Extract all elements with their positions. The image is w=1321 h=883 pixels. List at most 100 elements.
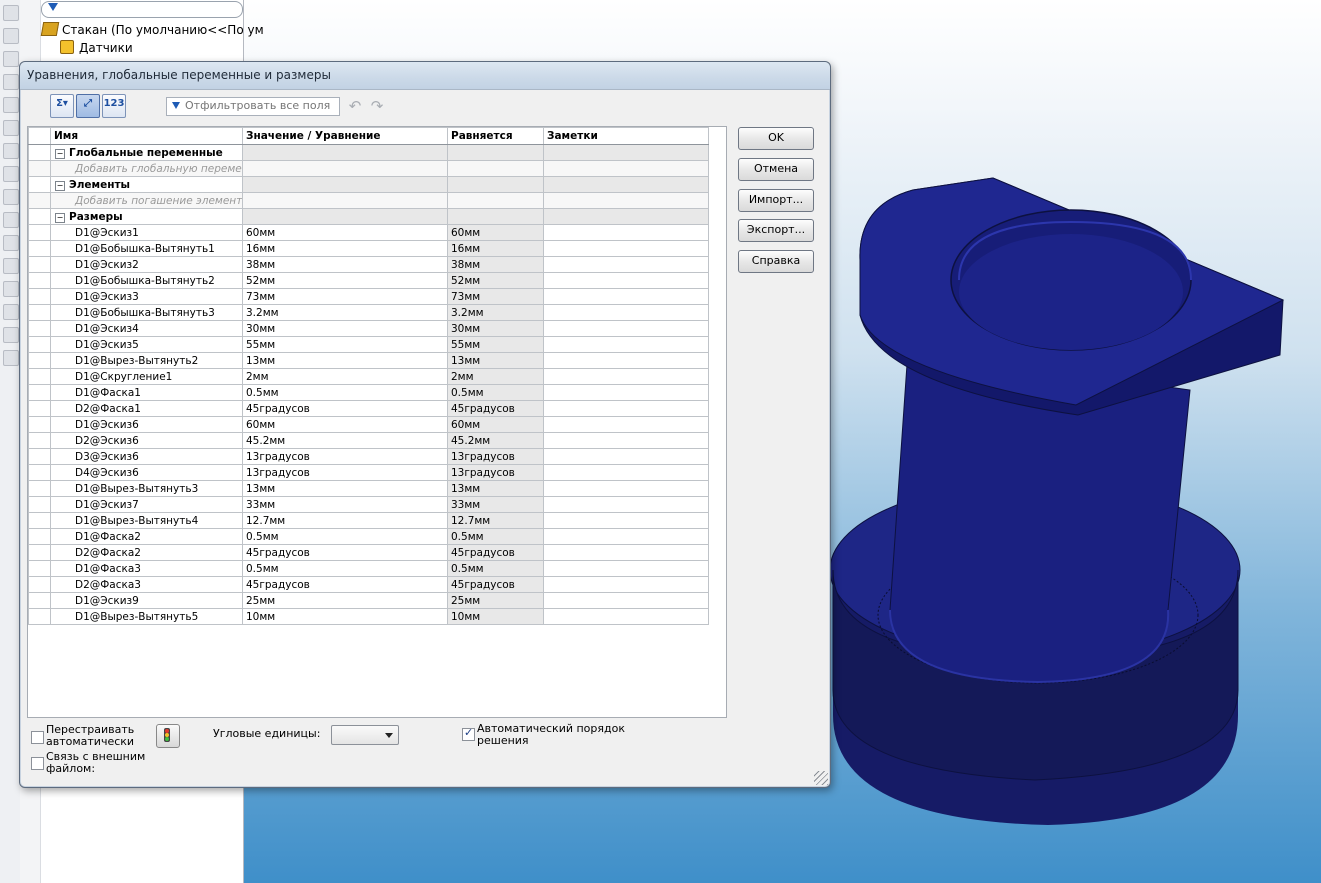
row-selector[interactable] [28,608,51,625]
row-selector[interactable] [28,144,51,161]
toolbar-tool-icon[interactable] [3,189,19,205]
dimension-notes[interactable] [543,576,709,593]
toolbar-tool-icon[interactable] [3,28,19,44]
table-row[interactable]: D1@Бобышка-Вытянуть2 52мм 52мм [28,272,709,289]
dimension-notes[interactable] [543,304,709,321]
table-row[interactable]: D2@Эскиз6 45.2мм 45.2мм [28,432,709,449]
dimension-value[interactable]: 16мм [242,240,448,257]
table-row[interactable]: D1@Вырез-Вытянуть3 13мм 13мм [28,480,709,497]
dimension-notes[interactable] [543,560,709,577]
row-selector[interactable] [28,240,51,257]
table-row[interactable]: D1@Эскиз9 25мм 25мм [28,592,709,609]
toolbar-tool-icon[interactable] [3,304,19,320]
row-selector[interactable] [28,448,51,465]
add-global-variable-hint[interactable]: Добавить глобальную перемен [50,160,243,177]
table-row[interactable]: D1@Скругление1 2мм 2мм [28,368,709,385]
dimension-name[interactable]: D1@Эскиз6 [50,416,243,433]
dimension-name[interactable]: D1@Эскиз1 [50,224,243,241]
dimension-name[interactable]: D2@Фаска3 [50,576,243,593]
table-row[interactable]: D1@Эскиз3 73мм 73мм [28,288,709,305]
row-selector[interactable] [28,336,51,353]
dimension-notes[interactable] [543,368,709,385]
table-row[interactable]: D1@Вырез-Вытянуть5 10мм 10мм [28,608,709,625]
row-selector[interactable] [28,416,51,433]
dimension-name[interactable]: D1@Эскиз4 [50,320,243,337]
table-row[interactable]: D2@Фаска2 45градусов 45градусов [28,544,709,561]
dimension-value[interactable]: 13мм [242,352,448,369]
cancel-button[interactable]: Отмена [738,158,814,181]
dimension-value[interactable]: 45градусов [242,544,448,561]
collapse-toggle-icon[interactable]: − [55,212,65,223]
dimension-notes[interactable] [543,336,709,353]
part-3d-view[interactable] [818,170,1318,870]
dimension-value[interactable]: 60мм [242,416,448,433]
toolbar-tool-icon[interactable] [3,97,19,113]
dimension-name[interactable]: D1@Вырез-Вытянуть2 [50,352,243,369]
dimension-notes[interactable] [543,480,709,497]
collapse-toggle-icon[interactable]: − [55,180,65,191]
equation-view-button[interactable]: Σ▾ [50,94,74,118]
dimension-value[interactable]: 52мм [242,272,448,289]
dimension-notes[interactable] [543,288,709,305]
dimension-notes[interactable] [543,256,709,273]
export-button[interactable]: Экспорт... [738,219,814,242]
toolbar-tool-icon[interactable] [3,166,19,182]
dimension-name[interactable]: D1@Фаска1 [50,384,243,401]
dimension-value[interactable]: 30мм [242,320,448,337]
toolbar-tool-icon[interactable] [3,51,19,67]
dimension-value[interactable]: 60мм [242,224,448,241]
undo-icon[interactable]: ↶ [346,97,364,115]
table-row[interactable]: D2@Фаска1 45градусов 45градусов [28,400,709,417]
dimension-value[interactable]: 0.5мм [242,384,448,401]
table-row[interactable]: D1@Эскиз5 55мм 55мм [28,336,709,353]
dimension-name[interactable]: D1@Вырез-Вытянуть3 [50,480,243,497]
dimension-value[interactable]: 3.2мм [242,304,448,321]
dimension-name[interactable]: D1@Вырез-Вытянуть4 [50,512,243,529]
filter-all-fields-input[interactable] [185,99,335,112]
table-row[interactable]: D1@Фаска1 0.5мм 0.5мм [28,384,709,401]
dimension-value[interactable]: 13градусов [242,464,448,481]
dimension-value[interactable]: 25мм [242,592,448,609]
row-selector[interactable] [28,432,51,449]
ok-button[interactable]: OK [738,127,814,150]
add-feature-suppression-hint[interactable]: Добавить погашение элемента [50,192,243,209]
tree-filter-input[interactable] [41,1,243,18]
sketch-equation-view-button[interactable]: ⤢ [76,94,100,118]
dimension-name[interactable]: D1@Эскиз7 [50,496,243,513]
group-row-globals[interactable]: − Глобальные переменные [28,144,709,161]
row-selector[interactable] [28,544,51,561]
dimension-value[interactable]: 0.5мм [242,528,448,545]
dimension-name[interactable]: D1@Фаска3 [50,560,243,577]
toolbar-tool-icon[interactable] [3,350,19,366]
table-row[interactable]: D1@Фаска2 0.5мм 0.5мм [28,528,709,545]
row-selector[interactable] [28,304,51,321]
table-row[interactable]: D3@Эскиз6 13градусов 13градусов [28,448,709,465]
table-row[interactable]: D1@Эскиз4 30мм 30мм [28,320,709,337]
dimension-name[interactable]: D1@Бобышка-Вытянуть1 [50,240,243,257]
dimension-value[interactable]: 13мм [242,480,448,497]
dimension-notes[interactable] [543,608,709,625]
group-row-dimensions[interactable]: − Размеры [28,208,709,225]
row-selector[interactable] [28,496,51,513]
dimension-name[interactable]: D4@Эскиз6 [50,464,243,481]
row-selector[interactable] [28,368,51,385]
dialog-titlebar[interactable]: Уравнения, глобальные переменные и разме… [20,62,830,90]
dimension-value[interactable]: 45градусов [242,400,448,417]
dimension-value[interactable]: 45.2мм [242,432,448,449]
dimension-name[interactable]: D1@Эскиз3 [50,288,243,305]
dimension-name[interactable]: D1@Вырез-Вытянуть5 [50,608,243,625]
dimension-name[interactable]: D1@Эскиз9 [50,592,243,609]
help-button[interactable]: Справка [738,250,814,273]
dimension-name[interactable]: D1@Фаска2 [50,528,243,545]
dimension-notes[interactable] [543,544,709,561]
link-external-checkbox[interactable] [31,757,44,770]
table-row[interactable]: D1@Вырез-Вытянуть2 13мм 13мм [28,352,709,369]
dimension-notes[interactable] [543,400,709,417]
row-selector[interactable] [28,384,51,401]
tree-root-part[interactable]: Стакан (По умолчанию<<По ум [40,22,264,37]
table-row[interactable]: D1@Бобышка-Вытянуть1 16мм 16мм [28,240,709,257]
dimension-notes[interactable] [543,384,709,401]
dimension-name[interactable]: D1@Бобышка-Вытянуть3 [50,304,243,321]
table-row[interactable]: D1@Вырез-Вытянуть4 12.7мм 12.7мм [28,512,709,529]
dimension-value[interactable]: 55мм [242,336,448,353]
